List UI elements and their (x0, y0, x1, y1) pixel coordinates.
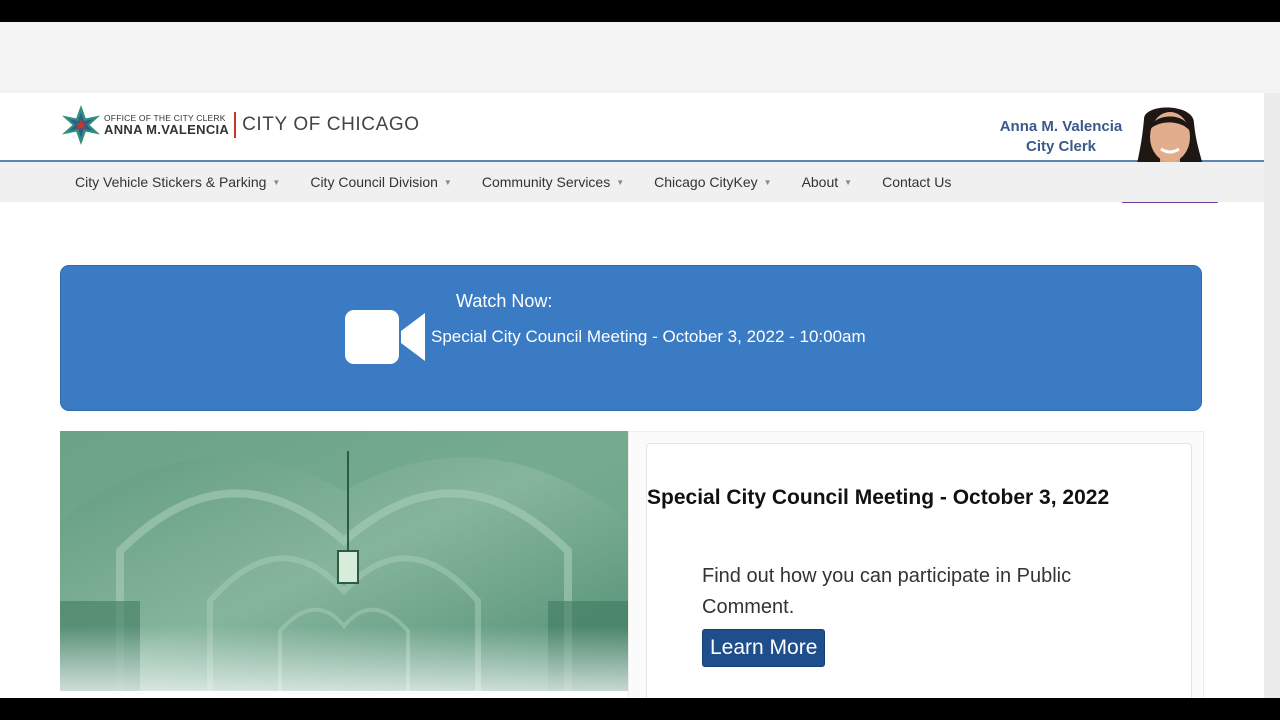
nav-item-contact[interactable]: Contact Us (867, 174, 966, 190)
logo-divider (234, 112, 237, 138)
city-label: CITY OF CHICAGO (242, 114, 420, 135)
nav-item-citykey[interactable]: Chicago CityKey ▼ (639, 174, 786, 190)
livestream-link[interactable]: Special City Council Meeting - October 3… (431, 327, 866, 347)
clerk-title: City Clerk (1025, 138, 1097, 155)
chevron-down-icon: ▼ (443, 177, 452, 187)
video-camera-icon (345, 310, 425, 364)
nav-item-label: Community Services (481, 174, 611, 190)
chevron-down-icon: ▼ (616, 177, 625, 187)
meeting-card: Special City Council Meeting - October 3… (646, 443, 1192, 698)
meeting-card-body: Find out how you can participate in Publ… (702, 565, 1072, 618)
nav-item-label: Contact Us (882, 174, 952, 190)
chevron-down-icon: ▼ (844, 177, 853, 187)
chevron-down-icon: ▼ (763, 177, 772, 187)
nav-item-label: City Vehicle Stickers & Parking (75, 174, 267, 190)
clerk-name: Anna M. Valencia (999, 118, 1123, 135)
meeting-card-title: Special City Council Meeting - October 3… (647, 486, 1110, 509)
nav-item-label: Chicago CityKey (654, 174, 758, 190)
watch-now-label: Watch Now: (456, 291, 553, 311)
chevron-down-icon: ▼ (272, 177, 281, 187)
city-hall-corridor-image (60, 431, 628, 691)
watch-now-banner[interactable]: Watch Now: Special City Council Meeting … (60, 265, 1202, 411)
learn-more-button[interactable]: Learn More (702, 629, 826, 667)
clerk-identity: Anna M. Valencia City Clerk (990, 117, 1132, 157)
nav-item-city-council[interactable]: City Council Division ▼ (295, 174, 467, 190)
nav-item-about[interactable]: About ▼ (787, 174, 868, 190)
browser-viewport: OFFICE OF THE CITY CLERK ANNA M.VALENCIA… (0, 22, 1280, 698)
arched-corridor-illustration (60, 431, 628, 691)
clerk-name-logo: ANNA M.VALENCIA (104, 121, 230, 137)
nav-item-label: About (801, 174, 839, 190)
scrollbar-track[interactable] (1264, 93, 1280, 698)
city-clerk-logo[interactable]: OFFICE OF THE CITY CLERK ANNA M.VALENCIA… (60, 102, 420, 148)
chicago-star-icon (61, 104, 101, 146)
main-navigation: City Vehicle Stickers & Parking ▼ City C… (0, 162, 1264, 202)
site-header: OFFICE OF THE CITY CLERK ANNA M.VALENCIA… (0, 93, 1264, 203)
nav-item-label: City Council Division (310, 174, 438, 190)
web-page: OFFICE OF THE CITY CLERK ANNA M.VALENCIA… (0, 93, 1264, 698)
nav-item-vehicle-stickers[interactable]: City Vehicle Stickers & Parking ▼ (60, 174, 295, 190)
nav-item-community-services[interactable]: Community Services ▼ (467, 174, 639, 190)
